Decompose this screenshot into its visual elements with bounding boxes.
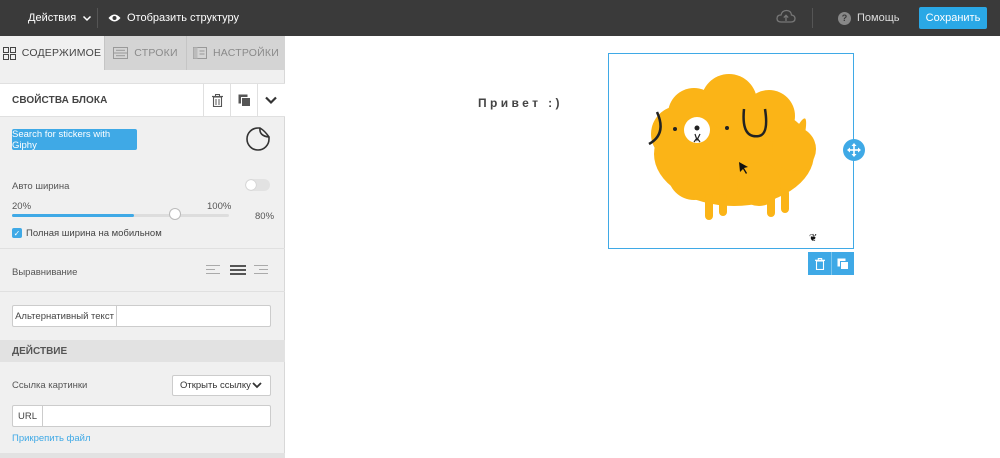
slider-min-label: 20%: [12, 201, 32, 212]
align-right-icon[interactable]: [254, 265, 270, 277]
duplicate-image-button[interactable]: [831, 252, 854, 275]
cloud-upload-icon[interactable]: [776, 8, 796, 29]
sticker-icon[interactable]: [245, 126, 271, 155]
action-section-title: Действие: [12, 346, 68, 357]
auto-width-label: Авто ширина: [12, 181, 70, 192]
chevron-down-icon: [83, 15, 92, 22]
toggle-knob: [246, 180, 256, 190]
image-link-label: Ссылка картинки: [12, 380, 88, 391]
align-left-icon[interactable]: [206, 265, 222, 277]
delete-image-button[interactable]: [808, 252, 831, 275]
help-label: Помощь: [857, 12, 900, 24]
left-panel: Содержимое Строки Настройки Свойства бло…: [0, 36, 285, 458]
slider-max-label: 100%: [207, 201, 232, 212]
trash-icon: [814, 257, 825, 270]
image-block[interactable]: ❦: [608, 53, 854, 249]
top-toolbar: Действия Отобразить структуру ? Помощь С…: [0, 0, 1000, 36]
full-width-mobile-label: Полная ширина на мобильном: [26, 228, 162, 239]
show-structure-toggle[interactable]: Отобразить структуру: [108, 0, 239, 36]
chevron-down-icon: [252, 382, 262, 389]
width-slider-fill: [12, 214, 134, 217]
url-label: URL: [13, 406, 43, 426]
settings-icon: [193, 47, 208, 59]
block-properties-header: Свойства блока: [0, 83, 285, 117]
collapse-block-button[interactable]: [257, 84, 284, 116]
divider: [0, 248, 285, 249]
alt-text-field[interactable]: Альтернативный текст: [12, 305, 271, 327]
tab-rows-label: Строки: [134, 47, 178, 59]
alt-text-label: Альтернативный текст: [13, 306, 117, 326]
greeting-text[interactable]: Привет :): [478, 96, 563, 110]
toolbar-divider: [97, 8, 98, 28]
width-slider-track[interactable]: [12, 214, 229, 217]
tab-content-label: Содержимое: [21, 47, 102, 59]
grid-icon: [2, 46, 16, 60]
attach-file-link[interactable]: Прикрепить файл: [12, 433, 90, 444]
duplicate-icon: [837, 258, 849, 270]
tab-rows[interactable]: Строки: [104, 36, 186, 70]
duplicate-icon: [238, 94, 251, 107]
show-structure-label: Отобразить структуру: [127, 12, 240, 24]
block-properties-title: Свойства блока: [12, 95, 108, 106]
image-link-selected: Открыть ссылку: [180, 380, 251, 391]
move-arrows-icon: [847, 143, 861, 157]
question-icon: ?: [838, 11, 851, 25]
tab-settings[interactable]: Настройки: [186, 36, 285, 70]
rows-icon: [113, 47, 129, 59]
move-handle[interactable]: [843, 139, 865, 161]
help-button[interactable]: ? Помощь: [838, 0, 900, 36]
width-slider-handle[interactable]: [169, 208, 181, 220]
tab-content[interactable]: Содержимое: [0, 36, 104, 70]
duplicate-block-button[interactable]: [230, 84, 257, 116]
slider-value: 80%: [255, 211, 275, 222]
chevron-down-icon: [265, 96, 277, 104]
delete-block-button[interactable]: [203, 84, 230, 116]
full-width-mobile-checkbox[interactable]: ✓: [12, 228, 22, 238]
trash-icon: [211, 93, 223, 107]
image-link-select[interactable]: Открыть ссылку: [172, 375, 271, 396]
giphy-search-button[interactable]: Search for stickers with Giphy: [12, 129, 137, 151]
eye-icon: [108, 14, 121, 22]
align-center-icon[interactable]: [230, 265, 246, 277]
url-field[interactable]: URL: [12, 405, 271, 427]
toolbar-divider: [812, 8, 813, 28]
dog-sticker-image: ❦: [648, 74, 817, 244]
panel-bottom-bar: [0, 453, 285, 458]
panel-tabs: Содержимое Строки Настройки: [0, 36, 285, 70]
actions-menu[interactable]: Действия: [28, 0, 92, 36]
alignment-label: Выравнивание: [12, 267, 78, 278]
divider: [0, 291, 285, 292]
svg-text:❦: ❦: [809, 233, 817, 244]
save-button[interactable]: Сохранить: [919, 7, 987, 29]
auto-width-toggle[interactable]: [245, 179, 270, 191]
action-section-header: Действие: [0, 340, 285, 362]
tab-settings-label: Настройки: [213, 47, 279, 59]
image-toolbar: [808, 252, 854, 275]
actions-label: Действия: [28, 12, 77, 24]
